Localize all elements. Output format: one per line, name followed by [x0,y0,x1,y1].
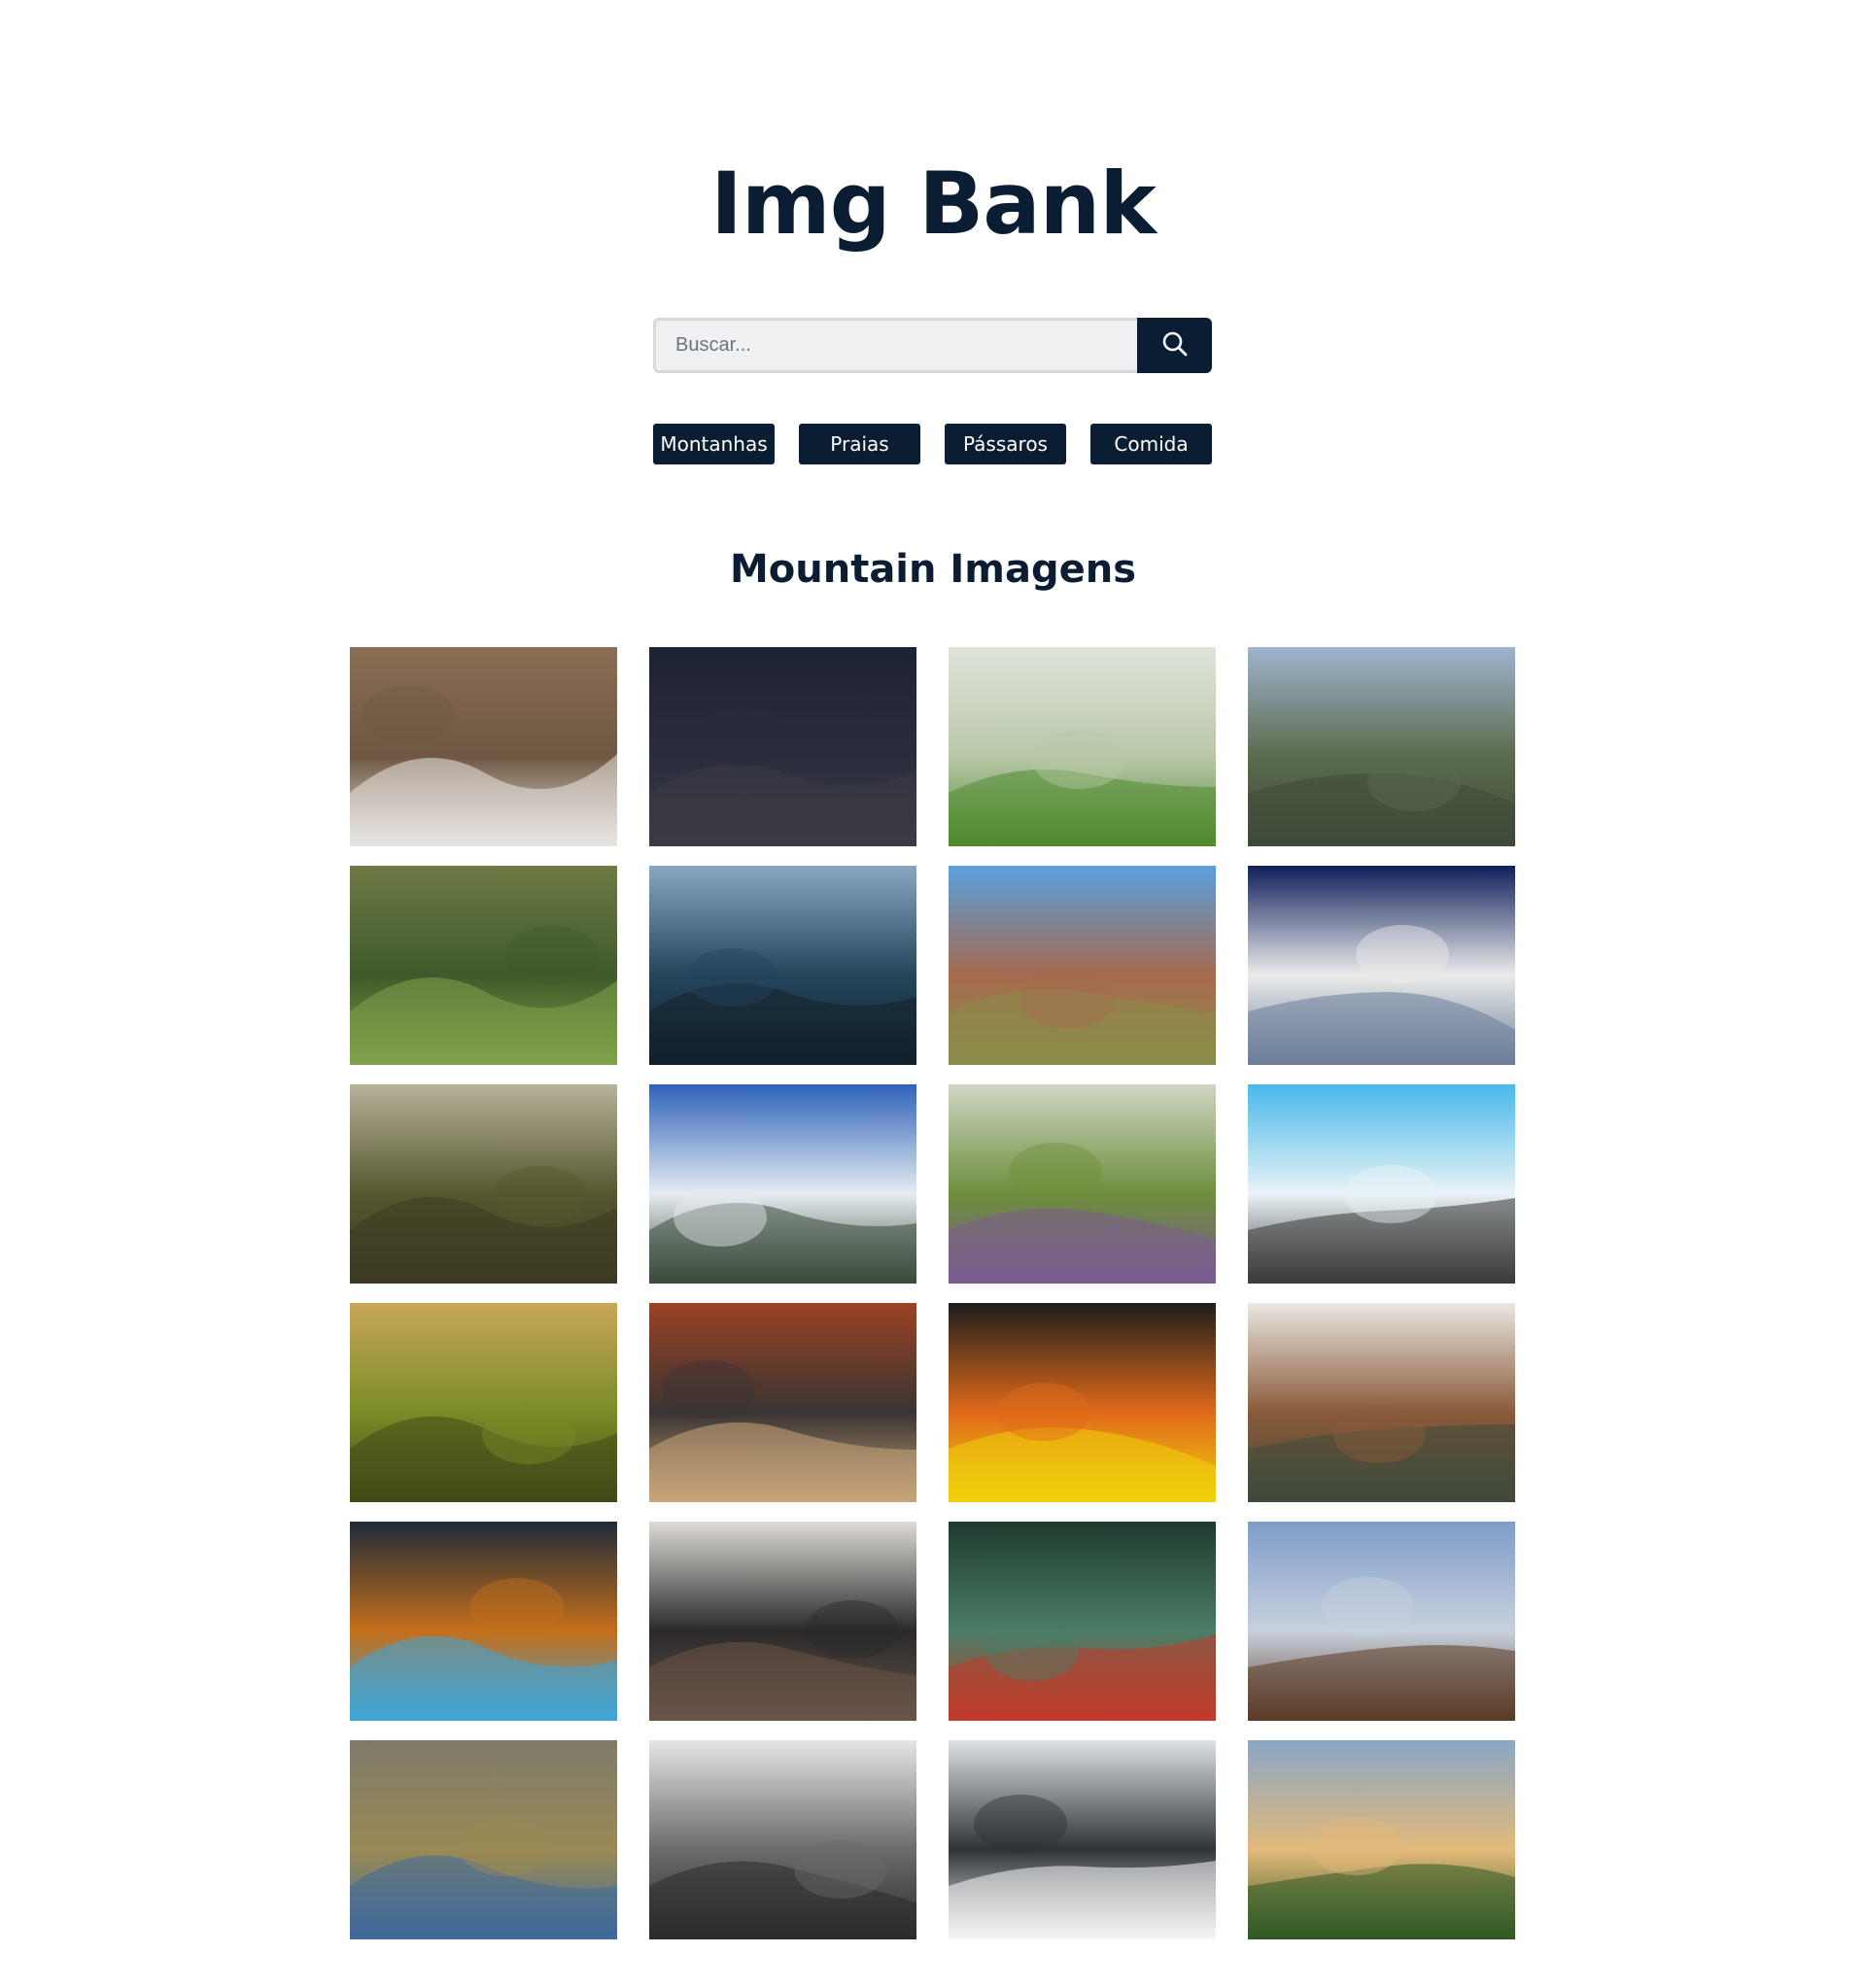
gallery-image-sky-with-sculpture[interactable] [1248,1522,1515,1721]
gallery-image-statue-in-forest[interactable] [350,866,617,1065]
filter-montanhas-button[interactable]: Montanhas [653,424,775,464]
filter-praias-button[interactable]: Praias [799,424,920,464]
gallery-image-aerial-green-valley[interactable] [350,1084,617,1284]
gallery-image-cloudy-grassland[interactable] [350,1740,617,1939]
search-button[interactable] [1137,318,1212,373]
image-gallery [350,647,1516,1939]
search-bar [653,318,1212,373]
gallery-image-snowy-rock-slope[interactable] [949,1740,1216,1939]
gallery-image-lavender-field[interactable] [949,1084,1216,1284]
search-icon [1161,330,1189,360]
page: Img Bank Montanhas Praias Pássaros Comid… [0,0,1866,1988]
page-title: Img Bank [710,154,1157,254]
gallery-image-white-bone-on-gravel[interactable] [350,647,617,846]
search-input[interactable] [653,318,1137,373]
gallery-image-green-plant-bokeh[interactable] [949,647,1216,846]
gallery-image-sunset-hills-town[interactable] [1248,1740,1515,1939]
gallery-image-speaker-community-banner[interactable] [949,1303,1216,1502]
gallery-image-man-speaking-outdoors[interactable] [350,1522,617,1721]
gallery-image-lake-reflection-forest[interactable] [949,1522,1216,1721]
gallery-image-group-sitting-on-floor[interactable] [649,1303,916,1502]
gallery-image-couple-in-snow[interactable] [649,1522,916,1721]
gallery-image-pine-tree-waterfall-cliff[interactable] [1248,647,1515,846]
gallery-image-city-skyline-harbor[interactable] [649,866,916,1065]
gallery-image-snowy-mountain-peak[interactable] [649,1084,916,1284]
filter-comida-button[interactable]: Comida [1090,424,1212,464]
gallery-image-rocky-cliff-trees[interactable] [649,1740,916,1939]
category-filters: Montanhas Praias Pássaros Comida [653,424,1212,464]
gallery-heading: Mountain Imagens [729,547,1137,592]
gallery-image-hiker-in-canyon[interactable] [949,866,1216,1065]
gallery-image-starry-night-sky[interactable] [649,647,916,846]
gallery-image-green-hills-sunlight[interactable] [350,1303,617,1502]
gallery-image-nuthatch-bird[interactable] [1248,866,1515,1065]
gallery-image-men-talking-seated[interactable] [1248,1303,1515,1502]
gallery-image-snow-peak-chimneys[interactable] [1248,1084,1515,1284]
filter-passaros-button[interactable]: Pássaros [945,424,1066,464]
